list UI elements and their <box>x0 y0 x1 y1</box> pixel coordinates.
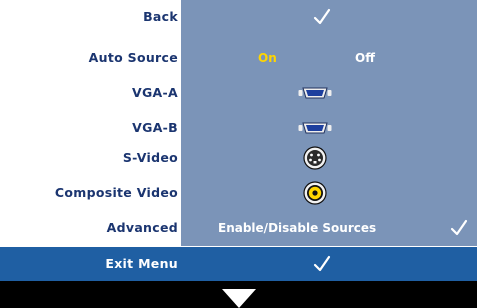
menu-row-auto-source[interactable]: Auto Source On Off <box>0 41 477 75</box>
menu-label-exit: Exit Menu <box>105 256 178 271</box>
menu-label-vga-b: VGA-B <box>132 120 178 135</box>
menu-row-advanced[interactable]: Advanced Enable/Disable Sources <box>0 211 477 245</box>
menu-row-back[interactable]: Back <box>0 0 477 34</box>
menu-label-s-video: S-Video <box>122 150 178 165</box>
menu-row-vga-b[interactable]: VGA-B <box>0 111 477 145</box>
menu-row-vga-a[interactable]: VGA-A <box>0 76 477 110</box>
menu-row-composite-video[interactable]: Composite Video <box>0 176 477 210</box>
vga-connector-icon <box>298 87 332 99</box>
source-select-osd-menu: Back Auto Source On Off VGA-A VGA-B S-Vi… <box>0 0 477 308</box>
composite-video-connector-icon <box>303 181 327 205</box>
menu-label-composite-video: Composite Video <box>54 185 178 200</box>
vga-connector-icon <box>298 122 332 134</box>
auto-source-option-on[interactable]: On <box>258 41 277 75</box>
menu-row-exit[interactable]: Exit Menu <box>0 247 477 281</box>
menu-label-vga-a: VGA-A <box>132 85 178 100</box>
menu-label-advanced: Advanced <box>106 220 178 235</box>
menu-label-back: Back <box>143 9 178 24</box>
checkmark-icon <box>313 255 331 272</box>
enable-disable-sources-option[interactable]: Enable/Disable Sources <box>218 211 376 245</box>
checkmark-icon <box>450 219 468 236</box>
menu-label-auto-source: Auto Source <box>88 50 178 65</box>
s-video-connector-icon <box>303 146 327 170</box>
checkmark-icon <box>313 8 331 25</box>
auto-source-option-off[interactable]: Off <box>355 41 375 75</box>
down-arrow-icon[interactable] <box>222 289 256 308</box>
menu-row-s-video[interactable]: S-Video <box>0 141 477 175</box>
